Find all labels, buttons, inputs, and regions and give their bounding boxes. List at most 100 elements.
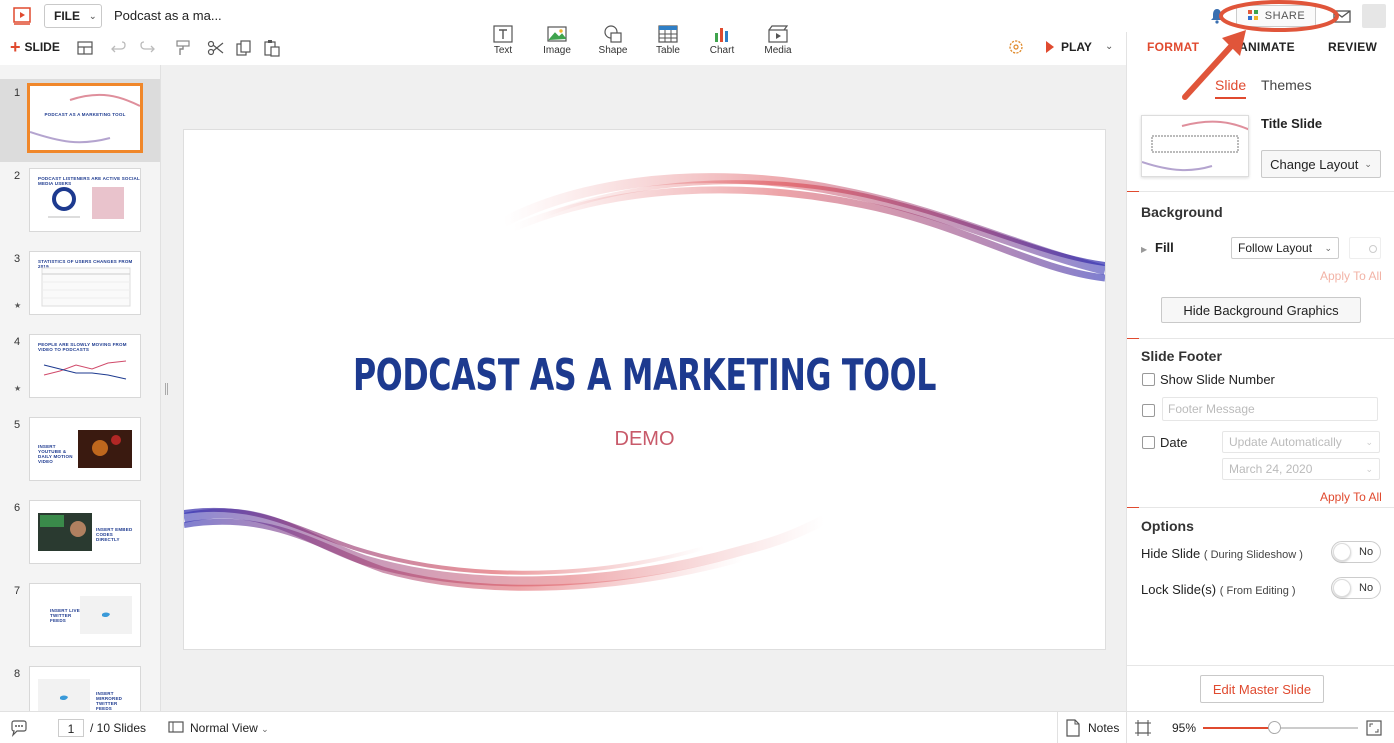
insert-image-button[interactable]: Image bbox=[532, 24, 582, 56]
fit-slide-icon[interactable] bbox=[1134, 719, 1152, 740]
slide-thumbnail[interactable]: 8 INSERT MIRRORED TWITTER FEEDS bbox=[0, 660, 160, 711]
slide-thumbnail-strip: 1 PODCAST AS A MARKETING TOOL 2 PODCAST … bbox=[0, 65, 161, 711]
slide-number: 4 bbox=[14, 336, 21, 348]
play-options-chevron-icon[interactable]: ⌄ bbox=[1105, 41, 1113, 52]
right-panel-tabs: FORMAT ANIMATE REVIEW bbox=[1126, 32, 1394, 65]
copy-icon[interactable] bbox=[235, 39, 253, 60]
edit-master-slide-button[interactable]: Edit Master Slide bbox=[1200, 675, 1324, 703]
insert-chart-button[interactable]: Chart bbox=[697, 24, 747, 56]
slide-thumbnail[interactable]: 7 INSERT LIVE TWITTER FEEDS bbox=[0, 577, 160, 660]
play-button[interactable]: PLAY bbox=[1046, 40, 1092, 54]
fill-color-picker[interactable] bbox=[1349, 237, 1381, 259]
divider bbox=[1126, 712, 1127, 743]
section-divider bbox=[1127, 665, 1394, 666]
slide-thumbnail-preview: PODCAST AS A MARKETING TOOL bbox=[27, 83, 143, 153]
app-logo-icon[interactable] bbox=[12, 6, 32, 26]
panel-resize-handle[interactable] bbox=[165, 383, 168, 395]
comments-icon[interactable] bbox=[10, 719, 28, 740]
slide-number: 7 bbox=[14, 585, 21, 597]
slide-thumbnail-title: PODCAST AS A MARKETING TOOL bbox=[44, 112, 126, 117]
hide-slide-label: Hide Slide ( During Slideshow ) bbox=[1141, 546, 1303, 561]
toggle-knob bbox=[1333, 579, 1351, 597]
apply-to-all-footer-link[interactable]: Apply To All bbox=[1320, 490, 1382, 504]
tab-animate[interactable]: ANIMATE bbox=[1239, 40, 1295, 54]
redo-icon[interactable] bbox=[138, 39, 156, 60]
mail-icon[interactable] bbox=[1333, 8, 1353, 24]
layout-preview[interactable] bbox=[1141, 115, 1249, 177]
notes-label[interactable]: Notes bbox=[1088, 721, 1119, 735]
subtab-slide[interactable]: Slide bbox=[1215, 77, 1247, 99]
insert-text-button[interactable]: Text bbox=[478, 24, 528, 56]
file-menu-button[interactable]: FILE ⌄ bbox=[44, 4, 102, 28]
slide-title[interactable]: PODCAST AS A MARKETING TOOL bbox=[313, 350, 976, 401]
document-title[interactable]: Podcast as a ma... bbox=[114, 8, 222, 23]
slide-thumbnail[interactable]: 3 STATISTICS OF USERS CHANGES FROM 2019 … bbox=[0, 245, 160, 328]
current-page-input[interactable]: 1 bbox=[58, 719, 84, 737]
view-mode-label: Normal View bbox=[190, 721, 258, 735]
zoom-slider-handle[interactable] bbox=[1268, 721, 1282, 734]
play-label: PLAY bbox=[1061, 40, 1092, 54]
insert-chart-label: Chart bbox=[709, 45, 735, 56]
hide-slide-toggle[interactable]: No bbox=[1331, 541, 1381, 563]
slide-thumbnail-title: INSERT EMBED CODES DIRECTLY bbox=[96, 527, 133, 542]
chevron-down-icon: ⌄ bbox=[1364, 158, 1372, 169]
toggle-knob bbox=[1333, 543, 1351, 561]
bell-icon[interactable] bbox=[1210, 8, 1224, 24]
fullscreen-icon[interactable] bbox=[1366, 720, 1382, 739]
section-divider bbox=[1127, 507, 1394, 508]
share-icon bbox=[1247, 9, 1259, 24]
fill-select-value: Follow Layout bbox=[1238, 241, 1313, 255]
section-divider bbox=[1127, 191, 1394, 192]
expand-triangle-icon[interactable]: ▶ bbox=[1141, 245, 1147, 254]
lock-slide-toggle[interactable]: No bbox=[1331, 577, 1381, 599]
slide-thumbnail[interactable]: 5 INSERT YOUTUBE & DAILY MOTION VIDEO bbox=[0, 411, 160, 494]
slide-thumbnail[interactable]: 4 PEOPLE ARE SLOWLY MOVING FROM VIDEO TO… bbox=[0, 328, 160, 411]
tab-review[interactable]: REVIEW bbox=[1328, 40, 1377, 54]
show-slide-number-checkbox[interactable] bbox=[1142, 373, 1155, 386]
insert-shape-label: Shape bbox=[598, 45, 628, 56]
date-mode-select[interactable]: Update Automatically ⌄ bbox=[1222, 431, 1380, 453]
new-slide-button[interactable]: + SLIDE bbox=[10, 38, 60, 56]
layout-name: Title Slide bbox=[1261, 116, 1323, 131]
slide-thumbnail[interactable]: 2 PODCAST LISTENERS ARE ACTIVE SOCIAL ME… bbox=[0, 162, 160, 245]
divider bbox=[1057, 712, 1058, 743]
image-icon bbox=[547, 26, 567, 42]
total-slides-text: / 10 Slides bbox=[90, 721, 147, 735]
date-checkbox[interactable] bbox=[1142, 436, 1155, 449]
slide-thumbnail[interactable]: 6 INSERT EMBED CODES DIRECTLY bbox=[0, 494, 160, 577]
notes-icon[interactable] bbox=[1066, 719, 1080, 740]
color-swatch-icon bbox=[1369, 245, 1377, 253]
hide-background-graphics-button[interactable]: Hide Background Graphics bbox=[1161, 297, 1361, 323]
media-icon bbox=[768, 25, 789, 43]
footer-message-checkbox[interactable] bbox=[1142, 404, 1155, 417]
paste-icon[interactable] bbox=[263, 39, 281, 60]
file-menu-label: FILE bbox=[54, 9, 80, 23]
avatar[interactable] bbox=[1362, 4, 1386, 28]
cut-icon[interactable] bbox=[207, 39, 225, 60]
date-value: March 24, 2020 bbox=[1229, 462, 1313, 476]
fill-select[interactable]: Follow Layout ⌄ bbox=[1231, 237, 1339, 259]
subtab-themes[interactable]: Themes bbox=[1261, 77, 1312, 93]
slide-canvas[interactable]: PODCAST AS A MARKETING TOOL DEMO bbox=[184, 130, 1105, 649]
view-mode-select[interactable]: Normal View ⌄ bbox=[190, 721, 269, 735]
apply-to-all-link[interactable]: Apply To All bbox=[1320, 269, 1382, 283]
insert-table-button[interactable]: Table bbox=[643, 24, 693, 56]
insert-media-button[interactable]: Media bbox=[753, 24, 803, 56]
view-mode-icon[interactable] bbox=[168, 720, 184, 737]
date-value-select[interactable]: March 24, 2020 ⌄ bbox=[1222, 458, 1380, 480]
share-button[interactable]: SHARE bbox=[1236, 5, 1316, 27]
settings-gear-icon[interactable] bbox=[1007, 38, 1025, 59]
layout-icon[interactable] bbox=[76, 39, 94, 60]
slide-thumbnail-preview: PEOPLE ARE SLOWLY MOVING FROM VIDEO TO P… bbox=[29, 334, 141, 398]
slide-canvas-area: PODCAST AS A MARKETING TOOL DEMO bbox=[161, 65, 1126, 711]
slide-thumbnail[interactable]: 1 PODCAST AS A MARKETING TOOL bbox=[0, 79, 160, 162]
zoom-slider[interactable] bbox=[1203, 721, 1358, 734]
insert-shape-button[interactable]: Shape bbox=[588, 24, 638, 56]
tab-format[interactable]: FORMAT bbox=[1147, 40, 1199, 54]
undo-icon[interactable] bbox=[110, 39, 128, 60]
shape-icon bbox=[604, 25, 622, 43]
change-layout-button[interactable]: Change Layout ⌄ bbox=[1261, 150, 1381, 178]
slide-subtitle[interactable]: DEMO bbox=[184, 428, 1105, 451]
footer-message-field[interactable]: Footer Message bbox=[1162, 397, 1378, 421]
format-painter-icon[interactable] bbox=[174, 39, 192, 60]
